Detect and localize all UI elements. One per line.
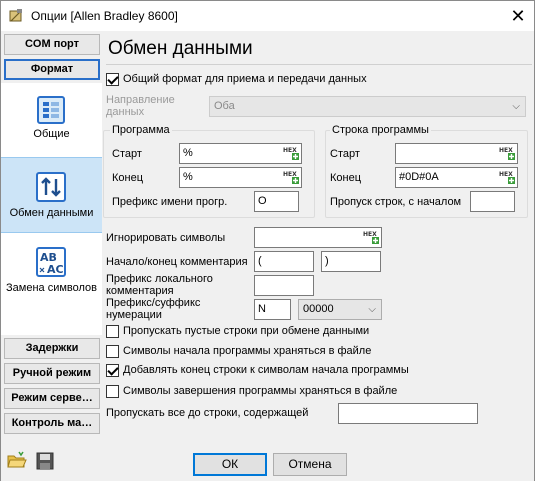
svg-text:HEX: HEX	[283, 147, 297, 154]
save-icon[interactable]	[35, 451, 55, 471]
content-panel: Обмен данными Общий формат для приема и …	[102, 31, 534, 443]
program-start-input[interactable]: % HEX	[179, 143, 302, 164]
window-title: Опции [Allen Bradley 8600]	[31, 9, 178, 23]
nav-item-data-exchange[interactable]: Обмен данными	[1, 157, 102, 233]
title-divider	[106, 64, 532, 65]
general-settings-icon	[37, 96, 65, 124]
char-replace-icon: AB AC	[36, 247, 66, 277]
nav-item-char-replace[interactable]: AB AC Замена символов	[1, 236, 102, 306]
line-start-label: Старт	[330, 148, 360, 160]
line-end-input[interactable]: #0D#0A HEX	[395, 167, 518, 188]
comment-start-input[interactable]: (	[254, 251, 314, 272]
nav-manual-mode-button[interactable]: Ручной режим	[4, 363, 100, 384]
direction-label: Направление данных	[106, 94, 175, 118]
skip-until-label: Пропускать все до строки, содержащей	[106, 407, 309, 419]
nav-item-char-replace-label: Замена символов	[6, 282, 97, 294]
end-chars-in-file-checkbox[interactable]	[106, 385, 119, 398]
svg-text:HEX: HEX	[499, 147, 513, 154]
direction-value: Оба	[214, 100, 235, 112]
hex-input-icon[interactable]: HEX	[362, 229, 380, 246]
program-group-title: Программа	[110, 124, 172, 136]
skip-until-input[interactable]	[338, 403, 478, 424]
numbering-format-value: 00000	[303, 303, 334, 315]
svg-text:AC: AC	[47, 263, 64, 276]
title-bar: Опции [Allen Bradley 8600] ✕	[1, 1, 534, 31]
options-window: Опции [Allen Bradley 8600] ✕ COM порт Фо…	[0, 0, 535, 481]
common-format-checkbox[interactable]	[106, 73, 119, 86]
comment-end-input[interactable]: )	[321, 251, 381, 272]
program-start-label: Старт	[112, 148, 142, 160]
chevron-down-icon: ⌵	[368, 304, 376, 315]
folder-open-icon[interactable]	[7, 451, 27, 471]
line-skip-input[interactable]	[470, 191, 515, 212]
local-comment-input[interactable]	[254, 275, 314, 296]
local-comment-label: Префикс локального комментария	[106, 273, 213, 297]
chevron-down-icon: ⌵	[512, 101, 520, 112]
program-end-input[interactable]: % HEX	[179, 167, 302, 188]
add-eol-label: Добавлять конец строки к символам начала…	[123, 364, 409, 376]
data-exchange-icon	[36, 172, 66, 202]
comment-label: Начало/конец комментария	[106, 256, 248, 268]
nav-item-general-label: Общие	[33, 128, 70, 140]
ignore-input[interactable]: HEX	[254, 227, 382, 248]
close-button[interactable]: ✕	[503, 4, 533, 28]
nav-control-button[interactable]: Контроль ма…	[4, 413, 100, 434]
add-eol-checkbox[interactable]	[106, 364, 119, 377]
direction-select: Оба ⌵	[209, 96, 526, 117]
ignore-label: Игнорировать символы	[106, 232, 226, 244]
end-chars-in-file-label: Символы завершения программы храняться в…	[123, 385, 398, 397]
svg-text:HEX: HEX	[283, 171, 297, 178]
page-title: Обмен данными	[108, 38, 253, 59]
numbering-prefix-input[interactable]: N	[254, 299, 291, 320]
svg-text:HEX: HEX	[499, 171, 513, 178]
cancel-button[interactable]: Отмена	[273, 453, 347, 476]
skip-empty-lines-checkbox[interactable]	[106, 325, 119, 338]
program-prefix-label: Префикс имени прогр.	[112, 196, 228, 208]
footer-bar: ОК Отмена	[1, 443, 534, 481]
program-end-label: Конец	[112, 172, 144, 184]
common-format-label: Общий формат для приема и передачи данны…	[123, 73, 367, 85]
hex-input-icon[interactable]: HEX	[498, 145, 516, 162]
nav-item-data-exchange-label: Обмен данными	[9, 207, 94, 219]
start-chars-in-file-label: Символы начала программы храняться в фай…	[123, 345, 372, 357]
svg-text:HEX: HEX	[363, 231, 377, 238]
app-icon	[9, 9, 22, 22]
numbering-format-select[interactable]: 00000 ⌵	[298, 299, 382, 320]
line-end-label: Конец	[330, 172, 362, 184]
line-group-title: Строка программы	[330, 124, 431, 136]
nav-delays-button[interactable]: Задержки	[4, 338, 100, 359]
nav-server-mode-button[interactable]: Режим серве…	[4, 388, 100, 409]
skip-empty-lines-label: Пропускать пустые строки при обмене данн…	[123, 325, 370, 337]
hex-input-icon[interactable]: HEX	[498, 169, 516, 186]
ok-button[interactable]: ОК	[193, 453, 267, 476]
program-prefix-input[interactable]: O	[254, 191, 299, 212]
hex-input-icon[interactable]: HEX	[282, 145, 300, 162]
line-skip-label: Пропуск строк, с началом	[330, 196, 462, 208]
hex-input-icon[interactable]: HEX	[282, 169, 300, 186]
line-start-input[interactable]: HEX	[395, 143, 518, 164]
nav-com-port-button[interactable]: COM порт	[4, 34, 100, 55]
nav-format-button[interactable]: Формат	[4, 59, 100, 80]
nav-panel: Общие Обмен данными AB AC Замена символо…	[1, 83, 102, 335]
start-chars-in-file-checkbox[interactable]	[106, 345, 119, 358]
nav-item-general[interactable]: Общие	[1, 83, 102, 155]
numbering-label: Префикс/суффикс нумерации	[106, 297, 201, 321]
